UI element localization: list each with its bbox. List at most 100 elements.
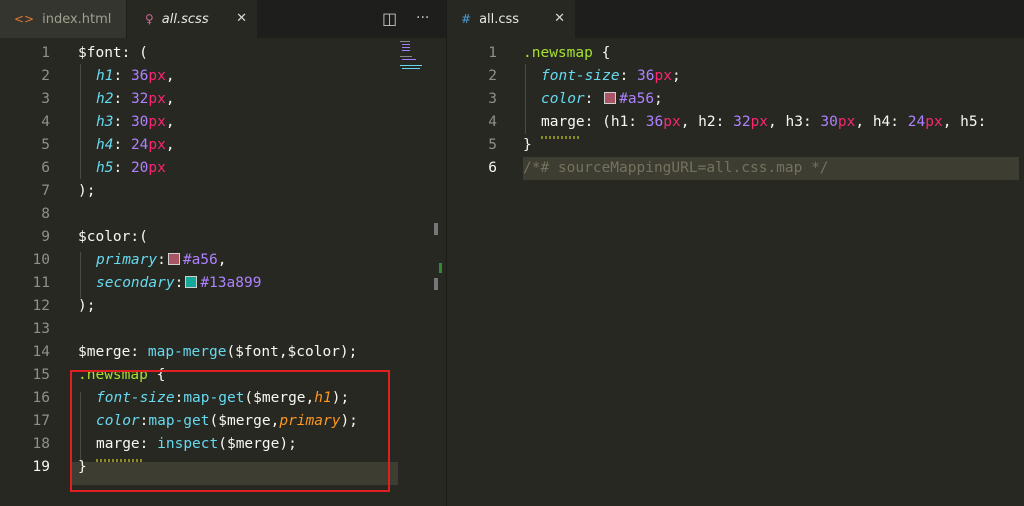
hex-value: #a56 <box>182 252 218 268</box>
punct: ; <box>671 68 681 84</box>
git-change-marker <box>439 263 442 273</box>
scrollbar-thumb[interactable] <box>434 278 438 290</box>
map-key: primary <box>96 252 158 268</box>
line-number: 3 <box>488 91 497 107</box>
function-name: map-merge <box>147 344 227 360</box>
split-editor-icon[interactable]: ◫ <box>382 9 397 28</box>
punct: , <box>165 91 175 107</box>
lint-warning <box>541 136 579 139</box>
unit: px <box>663 114 681 130</box>
css-file-icon: # <box>461 12 472 26</box>
line-number: 1 <box>41 45 50 61</box>
tab-index-html[interactable]: <> index.html <box>0 0 126 38</box>
punct: : <box>130 344 148 360</box>
punct: , <box>165 114 175 130</box>
line-number: 13 <box>32 321 50 337</box>
unit: px <box>925 114 943 130</box>
variable: $merge <box>78 344 131 360</box>
line-number: 2 <box>41 68 50 84</box>
scrollbar-thumb[interactable] <box>434 223 438 235</box>
highlight-box <box>70 370 390 492</box>
line-number: 5 <box>41 137 50 153</box>
map-key: h3 <box>96 114 114 130</box>
sass-file-icon: ♀ <box>145 12 154 26</box>
punct: } <box>523 137 532 153</box>
punct: : <box>584 91 603 107</box>
punct: , h4: <box>855 114 908 130</box>
tab-label: all.scss <box>161 11 209 27</box>
punct: ); <box>78 183 96 199</box>
punct: , h3: <box>768 114 821 130</box>
editor-pane-css: # all.css ✕ 1 .newsmap { 2 font-size: 36px… <box>447 0 1024 506</box>
tab-all-scss[interactable]: ♀ all.scss ✕ <box>127 0 257 38</box>
map-key: secondary <box>96 275 175 291</box>
line-number: 10 <box>32 252 50 268</box>
tab-label: all.css <box>479 11 520 27</box>
unit: px <box>837 114 856 130</box>
number: 24 <box>130 137 149 153</box>
close-icon[interactable]: ✕ <box>236 11 247 26</box>
unit: px <box>148 137 166 153</box>
number: 36 <box>645 114 664 130</box>
line-number: 16 <box>32 390 50 406</box>
unit: px <box>148 160 166 176</box>
color-swatch[interactable] <box>185 276 198 288</box>
line-number: 5 <box>488 137 497 153</box>
map-key: h4 <box>96 137 114 153</box>
args: ($font,$color); <box>226 344 358 360</box>
more-actions-icon[interactable]: ··· <box>416 10 429 26</box>
unit: px <box>750 114 769 130</box>
line-number: 19 <box>32 459 50 475</box>
line-number: 11 <box>32 275 50 291</box>
line-number: 3 <box>41 91 50 107</box>
close-icon[interactable]: ✕ <box>554 11 565 26</box>
unit: px <box>148 68 166 84</box>
line-number: 18 <box>32 436 50 452</box>
variable: $font <box>78 45 122 61</box>
line-number: 17 <box>32 413 50 429</box>
tab-all-css[interactable]: # all.css ✕ <box>447 0 575 38</box>
line-number: 15 <box>32 367 50 383</box>
color-swatch[interactable] <box>167 253 180 265</box>
number: 30 <box>820 114 838 130</box>
number: 24 <box>907 114 926 130</box>
source-map-comment: /*# sourceMappingURL=all.css.map */ <box>523 160 829 176</box>
code-editor-css[interactable]: 1 .newsmap { 2 font-size: 36px; 3 color: #a… <box>447 38 1024 506</box>
map-key: h2 <box>96 91 114 107</box>
line-number: 4 <box>488 114 497 130</box>
number: 32 <box>130 91 149 107</box>
punct: : ( <box>121 45 148 61</box>
number: 30 <box>130 114 149 130</box>
punct: , <box>217 252 227 268</box>
punct: ; <box>654 91 663 107</box>
punct: :( <box>130 229 148 245</box>
line-number: 9 <box>41 229 50 245</box>
selector: .newsmap <box>523 45 593 61</box>
line-number: 1 <box>488 45 497 61</box>
line-number: 7 <box>41 183 50 199</box>
property: color <box>541 91 585 107</box>
property: marge <box>541 114 585 130</box>
line-number: 8 <box>41 206 50 222</box>
tab-bar-right: # all.css ✕ <box>447 0 1024 38</box>
unit: px <box>654 68 672 84</box>
punct: ); <box>78 298 96 314</box>
unit: px <box>148 91 166 107</box>
variable: $color <box>78 229 131 245</box>
punct: : <box>619 68 638 84</box>
number: 36 <box>130 68 149 84</box>
line-number: 4 <box>41 114 50 130</box>
unit: px <box>148 114 166 130</box>
line-number: 14 <box>32 344 50 360</box>
minimap[interactable] <box>398 38 446 506</box>
punct: : (h1: <box>584 114 646 130</box>
number: 36 <box>637 68 655 84</box>
html-file-icon: <> <box>14 12 35 26</box>
punct: , h5: <box>942 114 987 130</box>
color-swatch[interactable] <box>604 92 617 104</box>
tab-label: index.html <box>42 11 112 27</box>
map-key: h1 <box>96 68 114 84</box>
punct: , h2: <box>680 114 734 130</box>
hex-value: #13a899 <box>200 275 262 291</box>
number: 32 <box>733 114 751 130</box>
